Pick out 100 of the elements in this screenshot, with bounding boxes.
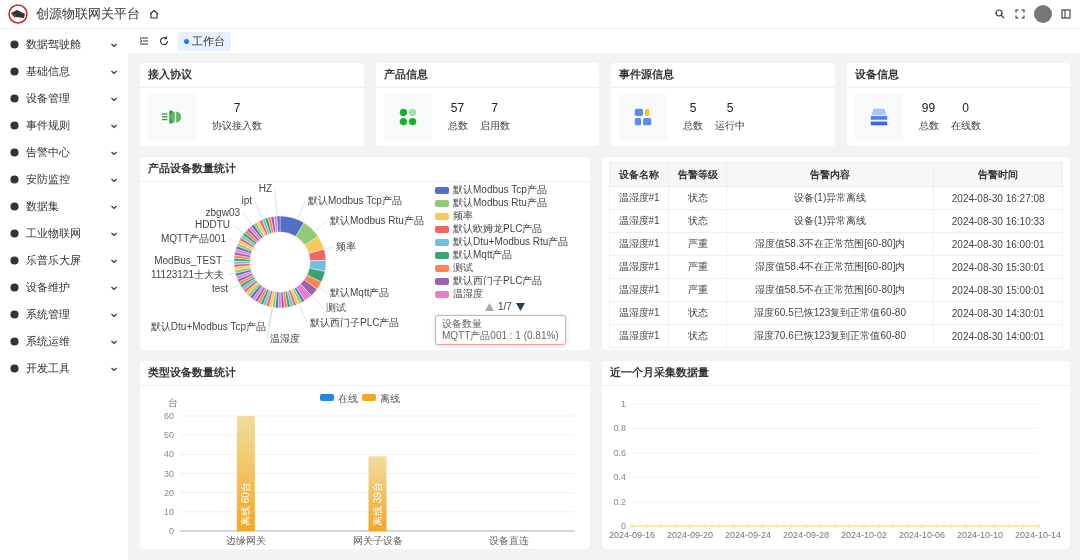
refresh-icon[interactable] <box>158 35 170 47</box>
search-icon[interactable] <box>994 8 1006 20</box>
sidebar-item[interactable]: 开发工具 <box>0 355 128 382</box>
legend-label: 默认Modbus Rtu产品 <box>453 197 547 209</box>
sidebar-item[interactable]: 数据集 <box>0 193 128 220</box>
slice-label: ModBus_TEST <box>154 255 222 266</box>
card-title: 产品信息 <box>375 63 599 88</box>
legend-label: 默认Modbus Tcp产品 <box>453 184 547 196</box>
data-point <box>775 524 779 528</box>
legend-label: 频率 <box>453 210 473 222</box>
legend-item[interactable]: 默认西门子PLC产品 <box>435 275 569 287</box>
data-point <box>949 524 953 528</box>
legend-item[interactable]: 默认Modbus Rtu产品 <box>435 197 569 209</box>
sidebar-item[interactable]: 系统运维 <box>0 328 128 355</box>
legend-item[interactable]: 默认Mqtt产品 <box>435 249 569 261</box>
card-title: 产品设备数量统计 <box>140 157 590 182</box>
avatar[interactable] <box>1034 5 1052 23</box>
stat-label: 启用数 <box>479 119 510 133</box>
sidebar-item[interactable]: 事件规则 <box>0 112 128 139</box>
sidebar-item[interactable]: 基础信息 <box>0 58 128 85</box>
stat-label: 运行中 <box>715 119 745 133</box>
data-point <box>963 524 968 528</box>
data-point <box>920 524 924 528</box>
sidebar-item[interactable]: 系统管理 <box>0 301 128 328</box>
table-cell: 2024-08-30 16:00:01 <box>933 232 1063 256</box>
layout-icon[interactable] <box>1060 8 1072 20</box>
data-point <box>717 524 721 528</box>
y-tick: 0.6 <box>613 447 626 458</box>
sidebar-item[interactable]: 乐普乐大屏 <box>0 247 128 274</box>
data-point <box>891 524 895 528</box>
stat-label: 总数 <box>683 119 703 133</box>
legend-item[interactable]: 测试 <box>435 262 569 274</box>
slice-label: 测试 <box>326 302 346 313</box>
sidebar-item[interactable]: 工业物联网 <box>0 220 128 247</box>
y-tick: 60 <box>164 411 174 421</box>
data-point <box>688 524 692 528</box>
table-cell: 湿度值58.4不在正常范围[60-80]内 <box>726 255 934 279</box>
x-tick: 2024-09-28 <box>783 530 829 540</box>
slice-label: 11123121士大夫 <box>151 269 224 280</box>
page-indicator: 1/7 <box>498 301 512 313</box>
y-tick: 0.8 <box>613 423 626 434</box>
menu-fold-icon[interactable] <box>138 35 150 47</box>
table-cell: 湿度值58.5不在正常范围[60-80]内 <box>726 278 934 302</box>
data-point <box>847 524 852 528</box>
x-tick: 2024-10-10 <box>957 530 1003 540</box>
y-tick: 0 <box>621 521 626 531</box>
data-point <box>1007 524 1011 528</box>
column-header: 告警时间 <box>933 162 1063 187</box>
sidebar-item[interactable]: 设备管理 <box>0 85 128 112</box>
table-cell: 温湿度#1 <box>609 324 669 348</box>
table-cell: 温湿度#1 <box>609 255 669 279</box>
y-tick: 0.2 <box>613 496 626 507</box>
slice-label: MQTT产品001 <box>161 233 226 244</box>
blocks-icon <box>632 106 654 128</box>
legend-item[interactable]: 默认Modbus Tcp产品 <box>435 184 569 196</box>
y-tick: 0 <box>169 526 174 536</box>
legend-item[interactable]: 默认欧姆龙PLC产品 <box>435 223 569 235</box>
legend-item[interactable]: 频率 <box>435 210 569 222</box>
slice-label: 默认Modbus Tcp产品 <box>308 195 402 206</box>
slice-label: 默认Mqtt产品 <box>330 287 390 298</box>
data-point <box>760 524 765 528</box>
data-point <box>673 524 678 528</box>
y-tick: 0.4 <box>613 472 626 483</box>
sidebar-item[interactable]: 安防监控 <box>0 166 128 193</box>
legend-label: 默认西门子PLC产品 <box>453 275 543 287</box>
table-cell: 设备(1)异常离线 <box>726 209 934 233</box>
table-cell: 状态 <box>668 324 727 348</box>
data-point <box>862 524 866 528</box>
x-tick: 2024-10-14 <box>1015 530 1061 540</box>
data-point <box>833 524 837 528</box>
legend-item[interactable]: 温湿度 <box>435 288 569 300</box>
data-point <box>934 524 939 528</box>
tab[interactable]: 工作台 <box>178 31 231 51</box>
column-header: 告警等级 <box>668 162 727 187</box>
table-cell: 状态 <box>668 209 727 233</box>
sidebar-item[interactable]: 告警中心 <box>0 139 128 166</box>
x-tick: 边缘网关 <box>225 535 266 546</box>
table-cell: 湿度70.6已恢123复到正常值60-80 <box>726 324 934 348</box>
slice-label: HDDTU <box>195 219 230 230</box>
sidebar-item[interactable]: 数据驾驶舱 <box>0 31 128 58</box>
x-tick: 2024-10-02 <box>841 530 887 540</box>
legend-label: 离线 <box>380 393 400 404</box>
column-header: 设备名称 <box>609 162 669 187</box>
sidebar-item[interactable]: 设备维护 <box>0 274 128 301</box>
x-tick: 2024-10-06 <box>899 530 945 540</box>
logo-icon <box>8 4 28 24</box>
stat-label: 总数 <box>447 119 468 133</box>
home-icon[interactable] <box>148 8 160 20</box>
down-triangle-icon[interactable] <box>515 303 525 311</box>
slice-label: 频率 <box>336 241 356 252</box>
table-cell: 2024-08-30 14:00:01 <box>933 324 1063 348</box>
bar-value-label: 离线 60台 <box>240 482 252 526</box>
table-cell: 温湿度#1 <box>609 232 669 256</box>
table-cell: 温湿度#1 <box>609 209 669 233</box>
data-point <box>659 524 663 528</box>
axis-unit: 台 <box>168 397 178 408</box>
data-point <box>905 524 910 528</box>
stat-value: 57 <box>450 101 465 115</box>
fullscreen-icon[interactable] <box>1014 8 1026 20</box>
y-tick: 30 <box>164 468 174 479</box>
